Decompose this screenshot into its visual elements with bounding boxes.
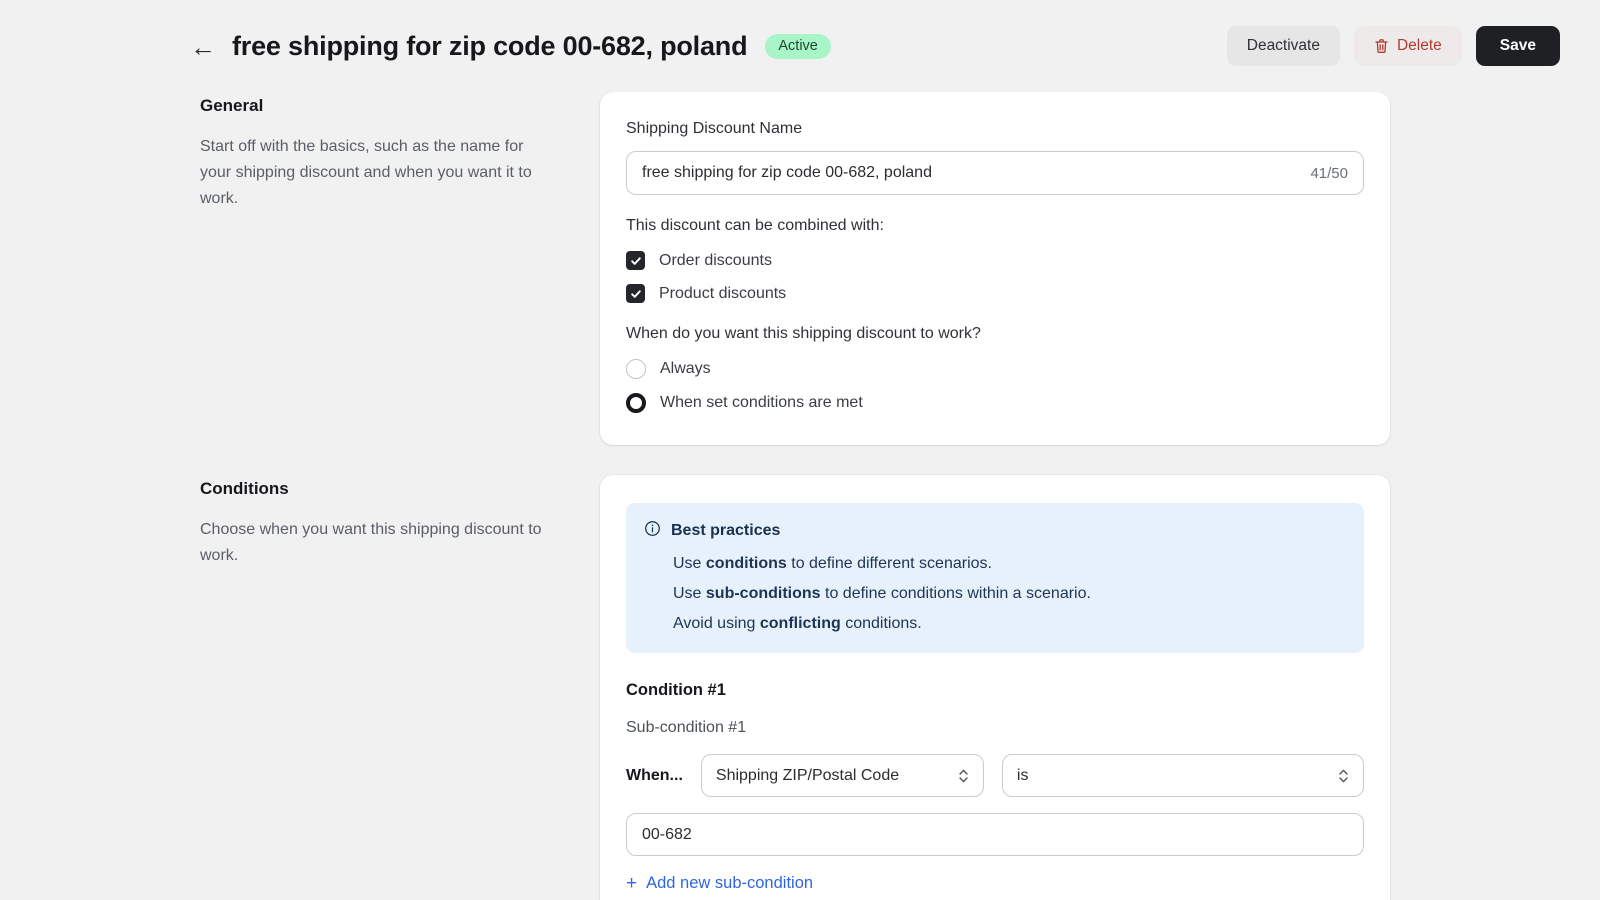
condition-title: Condition #1 [626, 681, 726, 699]
callout-body: Use conditions to define different scena… [644, 553, 1344, 634]
subcondition-row: When... Shipping ZIP/Postal Code is [626, 754, 1364, 797]
combined-with-label: This discount can be combined with: [626, 217, 884, 234]
shipping-discount-name-input[interactable]: free shipping for zip code 00-682, polan… [626, 151, 1364, 195]
page-content: General Start off with the basics, such … [0, 92, 1600, 900]
condition-operator-select-value: is [1016, 766, 1029, 784]
chevron-updown-icon [1320, 767, 1349, 785]
order-discounts-label: Order discounts [659, 251, 772, 269]
condition-value-text: 00-682 [642, 825, 692, 843]
conditions-section-aside: Conditions Choose when you want this shi… [200, 475, 600, 900]
general-section-aside: General Start off with the basics, such … [200, 92, 600, 445]
when-prefix-label: When... [626, 766, 683, 784]
conditions-section-title: Conditions [200, 479, 289, 498]
best-practices-callout: Best practices Use conditions to define … [626, 503, 1364, 653]
info-circle-icon [644, 520, 661, 542]
when-conditions-met-label: When set conditions are met [660, 394, 863, 411]
page-title: free shipping for zip code 00-682, polan… [232, 30, 748, 61]
add-new-subcondition-link[interactable]: + Add new sub-condition [626, 874, 813, 893]
callout-header: Best practices [644, 520, 1344, 542]
trash-icon [1374, 38, 1389, 54]
callout-line-3: Avoid using conflicting conditions. [673, 615, 922, 632]
header-actions: Deactivate Delete Save [1226, 26, 1560, 66]
chevron-updown-icon [940, 767, 969, 785]
conditions-section: Conditions Choose when you want this shi… [0, 475, 1600, 900]
shipping-discount-name-label: Shipping Discount Name [626, 120, 803, 137]
plus-icon: + [626, 873, 638, 894]
general-section-description: Start off with the basics, such as the n… [200, 138, 532, 207]
callout-line-1: Use conditions to define different scena… [673, 555, 992, 572]
conditions-section-description: Choose when you want this shipping disco… [200, 521, 542, 564]
character-counter: 41/50 [1310, 164, 1348, 182]
always-radio[interactable] [626, 359, 646, 379]
general-card: Shipping Discount Name free shipping for… [600, 92, 1390, 445]
always-label: Always [660, 360, 711, 377]
radio-row-when-conditions-met[interactable]: When set conditions are met [626, 393, 1364, 413]
status-badge: Active [765, 33, 831, 59]
when-conditions-met-radio[interactable] [626, 393, 646, 413]
page-header: ← free shipping for zip code 00-682, pol… [0, 0, 1600, 92]
deactivate-button[interactable]: Deactivate [1226, 26, 1340, 66]
general-section: General Start off with the basics, such … [0, 92, 1600, 445]
delete-button[interactable]: Delete [1353, 26, 1462, 66]
checkbox-row-product-discounts[interactable]: Product discounts [626, 284, 1364, 303]
order-discounts-checkbox[interactable] [626, 251, 645, 270]
condition-value-input[interactable]: 00-682 [626, 813, 1364, 856]
when-work-label: When do you want this shipping discount … [626, 325, 981, 342]
condition-field-select[interactable]: Shipping ZIP/Postal Code [700, 754, 984, 797]
product-discounts-checkbox[interactable] [626, 284, 645, 303]
subcondition-title: Sub-condition #1 [626, 719, 747, 736]
product-discounts-label: Product discounts [659, 284, 787, 302]
conditions-card: Best practices Use conditions to define … [600, 475, 1390, 900]
general-section-title: General [200, 96, 264, 115]
callout-line-2: Use sub-conditions to define conditions … [673, 585, 1091, 602]
callout-title: Best practices [671, 522, 781, 539]
condition-operator-select[interactable]: is [1001, 754, 1364, 797]
back-arrow-icon[interactable]: ← [190, 34, 216, 60]
save-button[interactable]: Save [1475, 26, 1560, 66]
shipping-discount-name-value: free shipping for zip code 00-682, polan… [642, 164, 932, 181]
delete-button-label: Delete [1396, 37, 1442, 54]
condition-field-select-value: Shipping ZIP/Postal Code [715, 766, 900, 784]
checkbox-row-order-discounts[interactable]: Order discounts [626, 251, 1364, 270]
add-new-subcondition-label: Add new sub-condition [646, 874, 814, 892]
radio-row-always[interactable]: Always [626, 359, 1364, 379]
